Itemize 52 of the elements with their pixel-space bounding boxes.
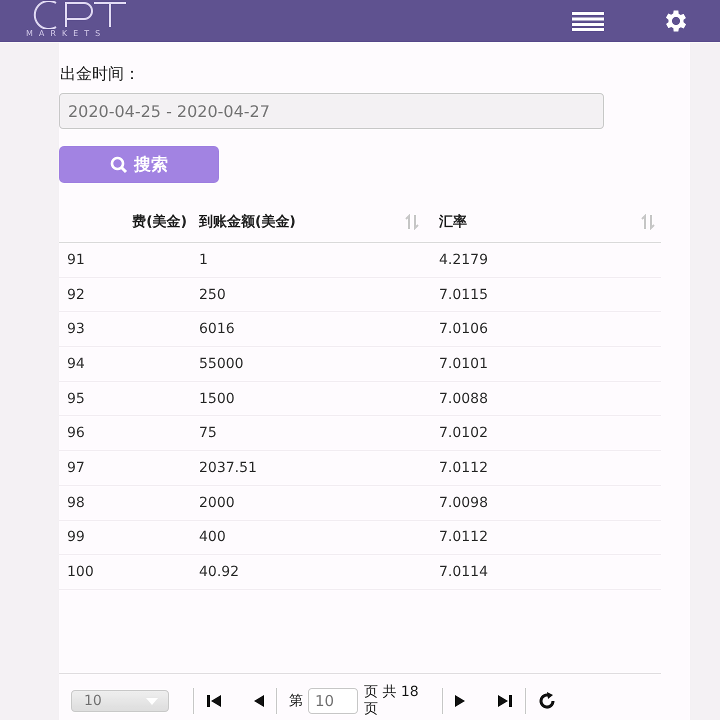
table-cell-text: 95 — [66, 390, 86, 407]
table-cell-text: 99 — [66, 529, 86, 546]
page-size-select[interactable]: 10 — [71, 690, 169, 712]
table-cell-text: 1 — [199, 252, 209, 268]
table-cell-text: 7.0112 — [439, 460, 489, 476]
table-cell-text: 400 — [199, 529, 227, 546]
table-cell-text: 7.0115 — [439, 286, 489, 303]
table-cell-text: 96 — [66, 425, 86, 442]
date-range-field[interactable]: 2020-04-25 - 2020-04-27 — [59, 93, 604, 129]
table-cell-text: 2000 — [199, 494, 236, 511]
sort-icon — [405, 214, 419, 230]
column-header[interactable]: 费(美金) — [59, 201, 199, 242]
table-cell-text: 1500 — [199, 390, 236, 407]
table-cell-text: 97 — [66, 460, 86, 476]
table-cell-text: 7.0101 — [439, 356, 489, 372]
refresh-icon[interactable] — [538, 692, 556, 710]
table-cell-text: 75 — [199, 425, 218, 442]
menu-icon[interactable] — [572, 11, 604, 31]
table-cell-text: 7.0114 — [439, 564, 489, 580]
column-header[interactable]: 汇率 — [439, 201, 661, 242]
first-page-icon[interactable] — [206, 694, 222, 708]
filter-label: 出金时间： — [60, 64, 141, 85]
table-cell-text: 250 — [199, 286, 227, 303]
table-cell-text: 7.0112 — [439, 529, 489, 546]
previous-page-icon[interactable] — [252, 694, 264, 708]
table-cell-text: 7.0088 — [439, 390, 489, 407]
table-cell-text: 6016 — [199, 321, 236, 338]
table-cell-text: 93 — [66, 321, 86, 338]
next-page-icon[interactable] — [455, 694, 467, 708]
logo[interactable]: MARKETS — [26, 0, 136, 38]
table-cell-text: 7.0106 — [439, 321, 489, 338]
table-cell-text: 2037.51 — [199, 460, 258, 476]
logo-text: MARKETS — [26, 28, 106, 38]
table-cell-text: 40.92 — [199, 564, 240, 580]
sort-icon — [641, 214, 655, 230]
page-prefix: 第 — [289, 692, 303, 710]
table-cell-text: 92 — [66, 286, 86, 303]
search-button[interactable]: 搜索 — [59, 146, 219, 183]
table-cell-text: 100 — [66, 564, 95, 580]
page-total: 页 共 18 页 — [364, 684, 420, 718]
table-cell-text: 98 — [66, 494, 86, 511]
search-icon — [110, 156, 128, 174]
table-cell-text: 55000 — [199, 356, 245, 372]
page-number-field[interactable]: 10 — [308, 688, 358, 714]
table-cell-text: 4.2179 — [439, 252, 489, 268]
table-cell-text: 7.0098 — [439, 494, 489, 511]
table-cell-text: 91 — [66, 252, 86, 268]
caret-icon — [146, 698, 158, 705]
last-page-icon[interactable] — [497, 694, 513, 708]
table-cell-text: 94 — [66, 356, 86, 372]
table-cell-text: 7.0102 — [439, 425, 489, 442]
column-header[interactable]: 到账金额(美金) — [199, 201, 439, 242]
